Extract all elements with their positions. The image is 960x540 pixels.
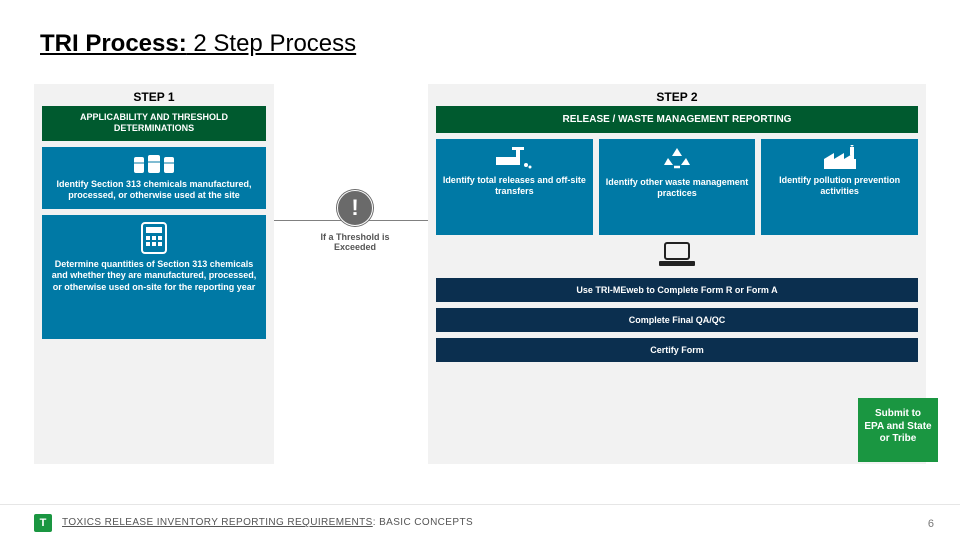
submit-box: Submit to EPA and State or Tribe xyxy=(858,398,938,462)
threshold-text: If a Threshold is Exceeded xyxy=(300,232,410,252)
step1-box2-text: Determine quantities of Section 313 chem… xyxy=(48,259,260,293)
step2-box-pollution-prevention: Identify pollution prevention activities xyxy=(761,139,918,235)
pipe-valve-icon xyxy=(494,145,534,171)
step2-boxB-text: Identify other waste management practice… xyxy=(605,177,750,200)
factory-icon xyxy=(822,145,858,171)
calculator-icon xyxy=(48,221,260,255)
footer-text: TOXICS RELEASE INVENTORY REPORTING REQUI… xyxy=(62,517,473,528)
step2-navy-qaqc: Complete Final QA/QC xyxy=(436,308,918,332)
page-number: 6 xyxy=(928,518,934,530)
step2-boxC-text: Identify pollution prevention activities xyxy=(767,175,912,198)
title-rest: 2 Step Process xyxy=(187,30,356,57)
footer-tail: : BASIC CONCEPTS xyxy=(373,517,473,528)
threshold-note: ! If a Threshold is Exceeded xyxy=(300,190,410,252)
step1-box-determine-quantities: Determine quantities of Section 313 chem… xyxy=(42,215,266,339)
step2-navy-certify: Certify Form xyxy=(436,338,918,362)
step2-trio: Identify total releases and off-site tra… xyxy=(436,139,918,235)
exclamation-icon: ! xyxy=(337,190,373,226)
submit-text: Submit to EPA and State or Tribe xyxy=(864,408,931,444)
step2-label: STEP 2 xyxy=(428,84,926,106)
step2-boxA-text: Identify total releases and off-site tra… xyxy=(442,175,587,198)
step2-box-releases: Identify total releases and off-site tra… xyxy=(436,139,593,235)
recycle-icon xyxy=(662,145,692,173)
laptop-icon xyxy=(428,241,926,276)
step1-header: APPLICABILITY AND THRESHOLD DETERMINATIO… xyxy=(42,106,266,141)
step1-box-identify-chemicals: Identify Section 313 chemicals manufactu… xyxy=(42,147,266,210)
title-bold: TRI Process: xyxy=(40,30,187,57)
step2-navy-tri-meweb: Use TRI-MEweb to Complete Form R or Form… xyxy=(436,278,918,302)
step2-header: RELEASE / WASTE MANAGEMENT REPORTING xyxy=(436,106,918,133)
step2-box-waste-mgmt: Identify other waste management practice… xyxy=(599,139,756,235)
panel-step-2: STEP 2 RELEASE / WASTE MANAGEMENT REPORT… xyxy=(428,84,926,464)
barrels-icon xyxy=(48,153,260,175)
slide-title: TRI Process: 2 Step Process xyxy=(40,30,356,58)
footer: T TOXICS RELEASE INVENTORY REPORTING REQ… xyxy=(0,504,960,540)
footer-logo-icon: T xyxy=(34,514,52,532)
panel-step-1: STEP 1 APPLICABILITY AND THRESHOLD DETER… xyxy=(34,84,274,464)
footer-underlined: TOXICS RELEASE INVENTORY REPORTING REQUI… xyxy=(62,517,373,528)
step1-label: STEP 1 xyxy=(34,84,274,106)
step1-box1-text: Identify Section 313 chemicals manufactu… xyxy=(48,179,260,202)
